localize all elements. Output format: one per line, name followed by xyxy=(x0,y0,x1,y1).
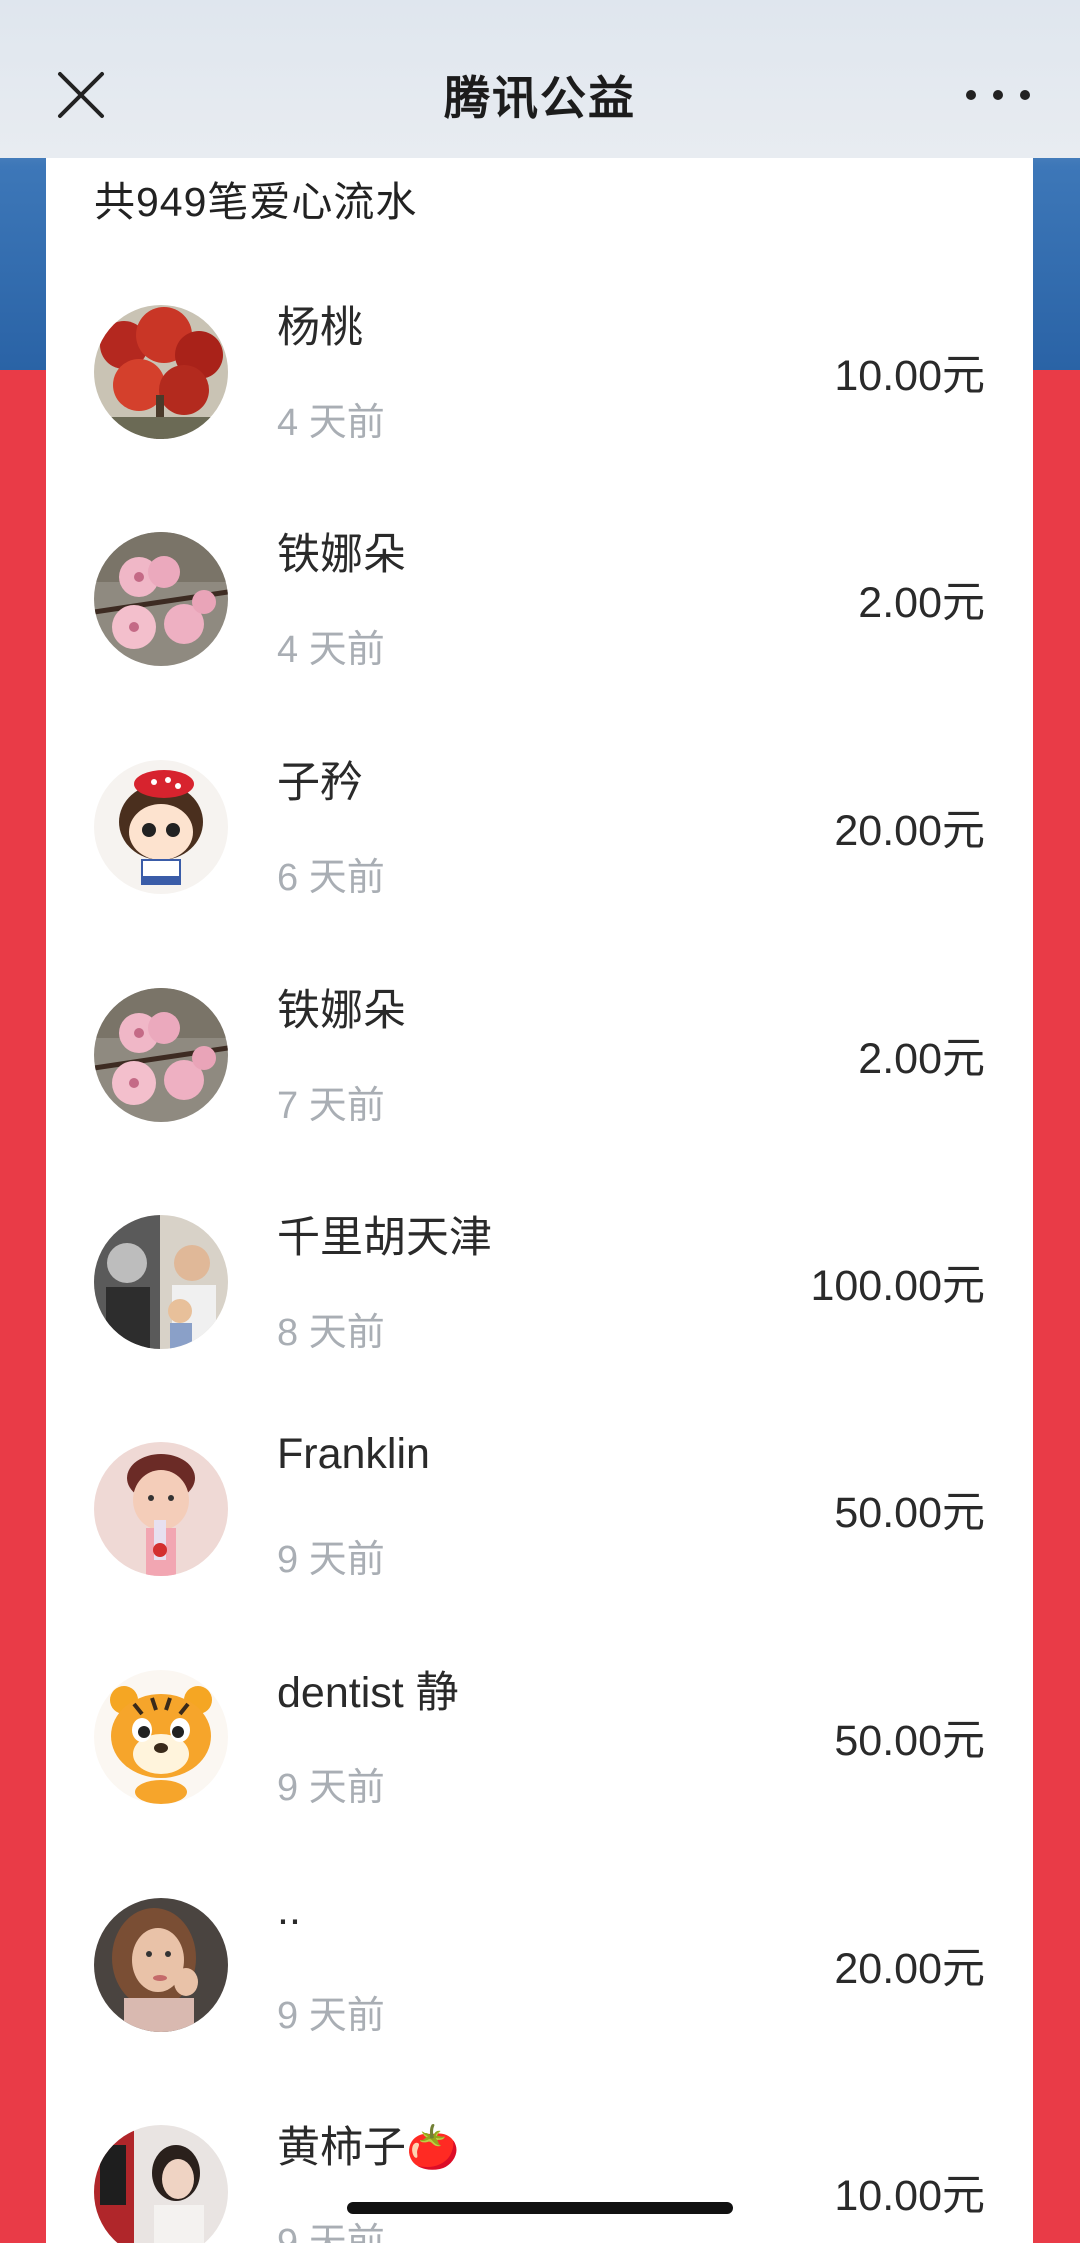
donation-amount: 10.00元 xyxy=(834,352,985,400)
donation-amount: 2.00元 xyxy=(858,579,985,627)
avatar xyxy=(94,1442,228,1576)
list-item[interactable]: dentist 静 9 天前 50.00元 xyxy=(46,1669,1033,1898)
donation-amount: 100.00元 xyxy=(810,1262,985,1310)
red-flowers-tree-image xyxy=(94,305,228,439)
avatar xyxy=(94,305,228,439)
avatar xyxy=(94,1215,228,1349)
donation-amount: 50.00元 xyxy=(834,1717,985,1765)
cartoon-tiger-image xyxy=(94,1670,228,1804)
donation-time: 6 天前 xyxy=(277,857,385,899)
donation-amount: 20.00元 xyxy=(834,1945,985,1993)
nav-header: 腾讯公益 xyxy=(0,0,1080,158)
list-item[interactable]: 千里胡天津 8 天前 100.00元 xyxy=(46,1214,1033,1443)
donor-name: .. xyxy=(277,1886,301,1934)
donation-amount: 50.00元 xyxy=(834,1489,985,1537)
pink-blossom-image xyxy=(94,532,228,666)
donor-name: 铁娜朵 xyxy=(277,531,406,579)
woman-portrait-image xyxy=(94,1898,228,2032)
list-item[interactable]: 铁娜朵 7 天前 2.00元 xyxy=(46,987,1033,1216)
donation-time: 9 天前 xyxy=(277,2222,385,2243)
list-item[interactable]: Franklin 9 天前 50.00元 xyxy=(46,1430,1033,1670)
donation-amount: 2.00元 xyxy=(858,1035,985,1083)
list-item[interactable]: .. 9 天前 20.00元 xyxy=(46,1886,1033,2126)
donor-name: 千里胡天津 xyxy=(277,1214,492,1262)
cartoon-girl-image xyxy=(94,760,228,894)
avatar xyxy=(94,760,228,894)
avatar xyxy=(94,1898,228,2032)
donation-count: 共949笔爱心流水 xyxy=(94,179,418,225)
donation-time: 8 天前 xyxy=(277,1312,385,1354)
family-photo-image xyxy=(94,1215,228,1349)
avatar xyxy=(94,1670,228,1804)
list-item[interactable]: 杨桃 4 天前 10.00元 xyxy=(46,304,1033,533)
donor-name: 杨桃 xyxy=(277,304,363,352)
donation-panel: 共949笔爱心流水 杨桃 4 天前 10.00元 铁娜朵 4 天前 2.00元 … xyxy=(46,158,1033,2243)
avatar xyxy=(94,988,228,1122)
list-item[interactable]: 铁娜朵 4 天前 2.00元 xyxy=(46,531,1033,760)
page-title: 腾讯公益 xyxy=(444,72,636,124)
woman-car-photo-image xyxy=(94,2125,228,2243)
more-dot xyxy=(1020,90,1030,100)
donation-time: 9 天前 xyxy=(277,1995,385,2037)
donation-amount: 10.00元 xyxy=(834,2172,985,2220)
donation-time: 4 天前 xyxy=(277,402,385,444)
home-indicator[interactable] xyxy=(347,2202,733,2214)
more-button[interactable] xyxy=(966,80,1030,110)
donation-time: 9 天前 xyxy=(277,1539,385,1581)
more-dot xyxy=(993,90,1003,100)
donation-time: 4 天前 xyxy=(277,629,385,671)
donor-name: Franklin xyxy=(277,1430,430,1478)
donor-name: 铁娜朵 xyxy=(277,987,406,1035)
pink-blossom-image xyxy=(94,988,228,1122)
list-item[interactable]: 子矜 6 天前 20.00元 xyxy=(46,759,1033,988)
child-photo-image xyxy=(94,1442,228,1576)
donation-time: 9 天前 xyxy=(277,1767,385,1809)
donation-amount: 20.00元 xyxy=(834,807,985,855)
donation-time: 7 天前 xyxy=(277,1085,385,1127)
donor-name: 黄柿子🍅 xyxy=(277,2124,460,2172)
more-dot xyxy=(966,90,976,100)
donor-name: 子矜 xyxy=(277,759,363,807)
avatar xyxy=(94,2125,228,2243)
donor-name: dentist 静 xyxy=(277,1669,459,1717)
avatar xyxy=(94,532,228,666)
list-item[interactable]: 黄柿子🍅 9 天前 10.00元 xyxy=(46,2124,1033,2243)
